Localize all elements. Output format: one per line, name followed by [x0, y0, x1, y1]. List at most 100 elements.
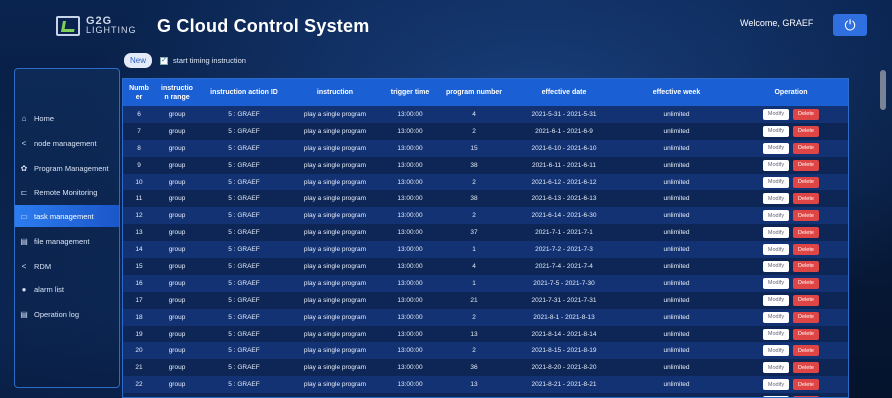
alarm-icon: ●	[21, 284, 27, 294]
delete-button[interactable]: Delete	[793, 210, 819, 222]
column-header: Operation	[774, 89, 808, 96]
table-row: 15 group 5 : GRAEF play a single program 13:…	[123, 258, 848, 275]
table-cell: 2021-5-31 - 2021-5-31	[531, 110, 597, 118]
sidebar-item-file-management[interactable]: ▤ file management	[15, 230, 119, 252]
table-row: 22 group 5 : GRAEF play a single program 13:…	[123, 376, 848, 394]
sidebar-item-program-management[interactable]: ✿ Program Management	[15, 157, 119, 179]
modify-button[interactable]: Modify	[763, 125, 789, 137]
table-cell: 13:00:00	[397, 279, 423, 287]
table-cell: group	[168, 127, 186, 135]
modify-button[interactable]: Modify	[763, 328, 789, 340]
new-button[interactable]: New	[124, 53, 152, 68]
delete-button[interactable]: Delete	[793, 108, 819, 120]
delete-button[interactable]: Delete	[793, 125, 819, 137]
table-cell: 16	[135, 279, 143, 287]
modify-button[interactable]: Modify	[763, 159, 789, 171]
table-cell: 2021-7-2 - 2021-7-3	[535, 246, 593, 254]
table-cell: play a single program	[303, 262, 367, 270]
sidebar-item-remote-monitoring[interactable]: ⊏ Remote Monitoring	[15, 181, 119, 203]
power-icon: ⏻	[844, 16, 856, 33]
table-cell: 8	[137, 144, 141, 152]
delete-button[interactable]: Delete	[793, 193, 819, 205]
table-cell: 2	[472, 127, 476, 135]
operation-cell: Modify Delete	[734, 309, 848, 326]
table-cell: 13:00:00	[397, 127, 423, 135]
table-cell: group	[168, 246, 186, 254]
table-cell: 5 : GRAEF	[228, 246, 260, 254]
table-cell: play a single program	[303, 313, 367, 321]
column-header: program number	[445, 89, 502, 96]
sidebar-item-node-management[interactable]: < node management	[15, 132, 119, 154]
modify-button[interactable]: Modify	[763, 379, 789, 391]
task-table-container: Numb er instructio n range instruction actio…	[122, 78, 849, 398]
modify-button[interactable]: Modify	[763, 345, 789, 357]
modify-button[interactable]: Modify	[763, 311, 789, 323]
modify-button[interactable]: Modify	[763, 294, 789, 306]
modify-button[interactable]: Modify	[763, 142, 789, 154]
table-cell: 2	[472, 313, 476, 321]
timing-toggle[interactable]: ✓ start timing instruction	[160, 56, 246, 65]
delete-button[interactable]: Delete	[793, 362, 819, 374]
delete-button[interactable]: Delete	[793, 277, 819, 289]
delete-button[interactable]: Delete	[793, 227, 819, 239]
modify-button[interactable]: Modify	[763, 210, 789, 222]
table-cell: 22	[135, 381, 143, 389]
modify-button[interactable]: Modify	[763, 244, 789, 256]
sidebar-item-label: alarm list	[34, 284, 65, 294]
modify-button[interactable]: Modify	[763, 193, 789, 205]
table-cell: 10	[135, 178, 143, 186]
modify-button[interactable]: Modify	[763, 108, 789, 120]
table-cell: group	[168, 229, 186, 237]
table-cell: unlimited	[663, 381, 690, 389]
table-cell: group	[168, 262, 186, 270]
share-icon: <	[21, 261, 27, 271]
table-cell: 14	[135, 246, 143, 254]
modify-button[interactable]: Modify	[763, 227, 789, 239]
sidebar-item-home[interactable]: ⌂ Home	[15, 107, 119, 129]
modify-button[interactable]: Modify	[763, 260, 789, 272]
delete-button[interactable]: Delete	[793, 260, 819, 272]
table-cell: 2	[472, 178, 476, 186]
operation-cell: Modify Delete	[734, 342, 848, 359]
table-row: 18 group 5 : GRAEF play a single program 13:…	[123, 308, 848, 326]
column-header: Numb er	[129, 84, 149, 101]
logout-button[interactable]: ⏻	[833, 14, 867, 36]
delete-button[interactable]: Delete	[793, 159, 819, 171]
table-cell: 2021-8-1 - 2021-8-13	[533, 313, 595, 321]
table-cell: 11	[135, 195, 143, 203]
page-scrollbar[interactable]	[880, 70, 886, 110]
table-cell: unlimited	[663, 347, 690, 355]
delete-button[interactable]: Delete	[793, 311, 819, 323]
table-cell: group	[168, 195, 186, 203]
table-cell: play a single program	[303, 381, 367, 389]
table-cell: play a single program	[303, 127, 367, 135]
sidebar-item-alarm-list[interactable]: ● alarm list	[15, 278, 119, 300]
table-cell: unlimited	[663, 144, 690, 152]
delete-button[interactable]: Delete	[793, 379, 819, 391]
table-cell: 5 : GRAEF	[228, 347, 260, 355]
modify-button[interactable]: Modify	[763, 277, 789, 289]
table-cell: 13	[135, 229, 143, 237]
column-header: instruction	[316, 89, 354, 96]
delete-button[interactable]: Delete	[793, 328, 819, 340]
delete-button[interactable]: Delete	[793, 244, 819, 256]
modify-button[interactable]: Modify	[763, 362, 789, 374]
sidebar-item-task-management[interactable]: ▭ task management	[15, 205, 119, 227]
delete-button[interactable]: Delete	[793, 142, 819, 154]
sidebar-item-label: Operation log	[34, 309, 80, 319]
modify-button[interactable]: Modify	[763, 176, 789, 188]
table-cell: play a single program	[303, 330, 367, 338]
page-title: G Cloud Control System	[157, 16, 370, 36]
table-cell: 13	[470, 330, 478, 338]
operation-cell: Modify Delete	[734, 190, 848, 207]
file-icon: ▤	[20, 236, 28, 246]
sidebar-item-operation-log[interactable]: ▤ Operation log	[15, 303, 119, 325]
delete-button[interactable]: Delete	[793, 294, 819, 306]
delete-button[interactable]: Delete	[793, 345, 819, 357]
table-cell: unlimited	[663, 313, 690, 321]
table-row: 10 group 5 : GRAEF play a single program 13:…	[123, 173, 848, 191]
delete-button[interactable]: Delete	[793, 176, 819, 188]
timing-checkbox[interactable]: ✓	[160, 56, 168, 65]
sidebar-item-rdm[interactable]: < RDM	[15, 255, 119, 277]
table-cell: 5 : GRAEF	[199, 393, 289, 397]
